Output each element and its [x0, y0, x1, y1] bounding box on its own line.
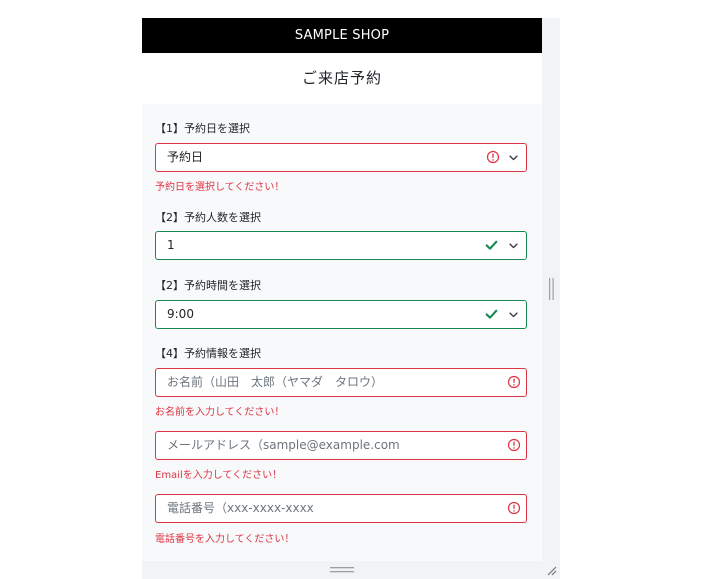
info-section-label: 【4】予約情報を選択	[155, 347, 261, 360]
check-icon	[485, 309, 498, 319]
date-select[interactable]: 予約日	[155, 143, 527, 172]
horizontal-resize-handle[interactable]	[330, 567, 354, 573]
time-select[interactable]: 9:00	[155, 300, 527, 329]
shop-header: SAMPLE SHOP	[142, 18, 542, 53]
browser-frame: SAMPLE SHOP ご来店予約 【1】予約日を選択 予約日 予約日を選択して…	[142, 18, 560, 579]
phone-input[interactable]: 電話番号（xxx-xxxx-xxxx	[155, 494, 527, 523]
reservation-app: SAMPLE SHOP ご来店予約 【1】予約日を選択 予約日 予約日を選択して…	[142, 18, 542, 561]
email-input[interactable]: メールアドレス（sample@example.com	[155, 431, 527, 460]
people-select-value: 1	[167, 238, 175, 252]
chevron-down-icon	[509, 312, 518, 318]
date-select-value: 予約日	[167, 150, 204, 164]
time-section-label: 【2】予約時間を選択	[155, 279, 261, 292]
exclamation-circle-icon	[486, 150, 500, 164]
page-title: ご来店予約	[142, 53, 542, 104]
email-input-placeholder: メールアドレス（sample@example.com	[167, 438, 400, 452]
name-error: お名前を入力してください！	[155, 407, 285, 418]
name-input[interactable]: お名前（山田 太郎（ヤマダ タロウ）	[155, 368, 527, 397]
date-section-label: 【1】予約日を選択	[155, 122, 250, 135]
vertical-resize-handle[interactable]	[549, 278, 554, 300]
exclamation-circle-icon	[507, 501, 521, 515]
people-section-label: 【2】予約人数を選択	[155, 211, 261, 224]
name-input-placeholder: お名前（山田 太郎（ヤマダ タロウ）	[167, 375, 384, 389]
exclamation-circle-icon	[507, 438, 521, 452]
email-error: Emailを入力してください！	[155, 470, 283, 481]
exclamation-circle-icon	[507, 375, 521, 389]
phone-error: 電話番号を入力してください！	[155, 534, 295, 545]
phone-input-placeholder: 電話番号（xxx-xxxx-xxxx	[167, 501, 314, 515]
chevron-down-icon	[509, 243, 518, 249]
chevron-down-icon	[509, 155, 518, 161]
time-select-value: 9:00	[167, 307, 194, 321]
date-error: 予約日を選択してください！	[155, 182, 285, 193]
people-select[interactable]: 1	[155, 231, 527, 260]
resize-grip-icon[interactable]	[545, 564, 557, 576]
check-icon	[485, 240, 498, 250]
